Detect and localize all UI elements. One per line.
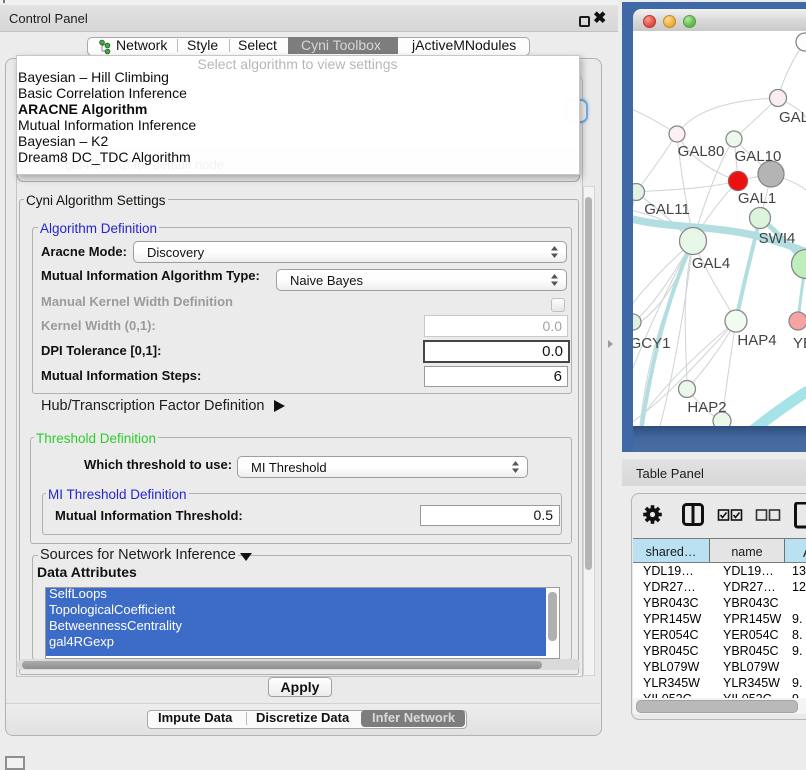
svg-text:HAP4: HAP4 [737, 332, 776, 349]
svg-text:YE: YE [793, 335, 806, 352]
svg-text:GAL7: GAL7 [779, 109, 806, 126]
svg-text:GAL80: GAL80 [678, 143, 725, 160]
svg-text:GCY1: GCY1 [633, 335, 670, 352]
svg-text:SWI4: SWI4 [759, 230, 796, 247]
svg-text:GAL11: GAL11 [644, 201, 690, 218]
svg-text:GAL1: GAL1 [738, 190, 776, 207]
svg-text:GAL4: GAL4 [692, 255, 730, 272]
svg-text:GAL10: GAL10 [735, 148, 782, 165]
svg-text:HAP2: HAP2 [687, 399, 726, 416]
